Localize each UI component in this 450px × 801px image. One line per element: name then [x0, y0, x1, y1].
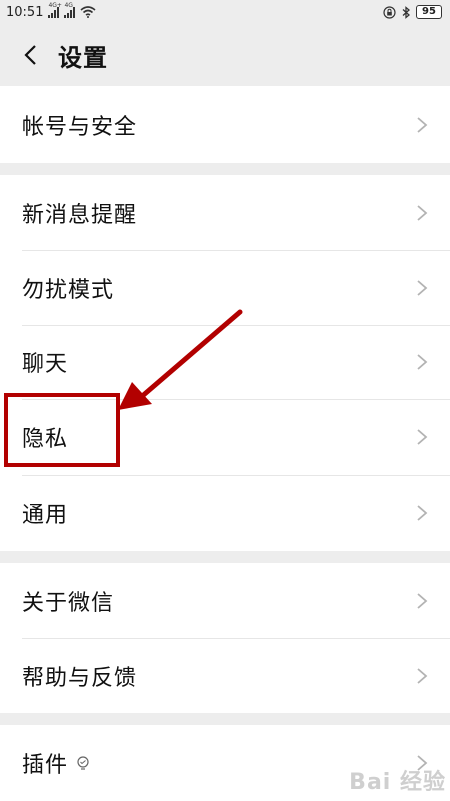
plugins-label: 插件 — [22, 753, 69, 778]
cell-signal-icon-2: 4G — [64, 2, 76, 18]
chevron-right-icon — [416, 504, 428, 522]
lock-rotation-icon — [383, 5, 396, 19]
settings-item-label: 插件 — [22, 747, 90, 779]
settings-item-label: 关于微信 — [22, 590, 115, 616]
settings-item-label: 帐号与安全 — [22, 114, 138, 140]
battery-indicator: 95 — [416, 5, 442, 19]
back-button[interactable] — [16, 41, 44, 69]
settings-item-label: 通用 — [22, 503, 69, 528]
settings-item-label: 聊天 — [22, 352, 69, 377]
annotation-highlight-box — [4, 393, 120, 467]
settings-item-do-not-disturb[interactable]: 勿扰模式 — [0, 250, 450, 325]
chevron-right-icon — [416, 116, 428, 134]
chevron-right-icon — [416, 353, 428, 371]
page-title: 设置 — [58, 43, 108, 72]
settings-item-label: 新消息提醒 — [22, 202, 138, 228]
settings-item-label: 帮助与反馈 — [22, 665, 138, 691]
watermark: Bai 经验 — [349, 770, 446, 795]
status-time: 10:51 — [6, 4, 44, 20]
status-bar: 10:51 4G+ 4G 95 — [0, 0, 450, 24]
bluetooth-icon — [402, 5, 410, 19]
settings-item-chat[interactable]: 聊天 — [0, 325, 450, 399]
chevron-left-icon — [24, 45, 36, 65]
settings-item-label: 勿扰模式 — [22, 277, 115, 303]
chevron-right-icon — [416, 592, 428, 610]
bulb-icon — [77, 756, 89, 770]
chevron-right-icon — [416, 667, 428, 685]
settings-item-help-feedback[interactable]: 帮助与反馈 — [0, 638, 450, 713]
chevron-right-icon — [416, 428, 428, 446]
group-divider — [0, 163, 450, 175]
settings-item-about-wechat[interactable]: 关于微信 — [0, 563, 450, 638]
group-divider — [0, 713, 450, 725]
chevron-right-icon — [416, 204, 428, 222]
settings-group-about: 关于微信 帮助与反馈 — [0, 563, 450, 713]
settings-item-account-security[interactable]: 帐号与安全 — [0, 86, 450, 163]
settings-group-account: 帐号与安全 — [0, 86, 450, 163]
settings-item-new-message-alerts[interactable]: 新消息提醒 — [0, 175, 450, 250]
cell-signal-icon: 4G+ — [48, 2, 62, 18]
wifi-icon — [80, 6, 96, 18]
chevron-right-icon — [416, 279, 428, 297]
nav-bar: 设置 — [0, 24, 450, 86]
group-divider — [0, 551, 450, 563]
settings-group-general: 新消息提醒 勿扰模式 聊天 隐私 通用 — [0, 175, 450, 551]
settings-item-general[interactable]: 通用 — [0, 475, 450, 551]
